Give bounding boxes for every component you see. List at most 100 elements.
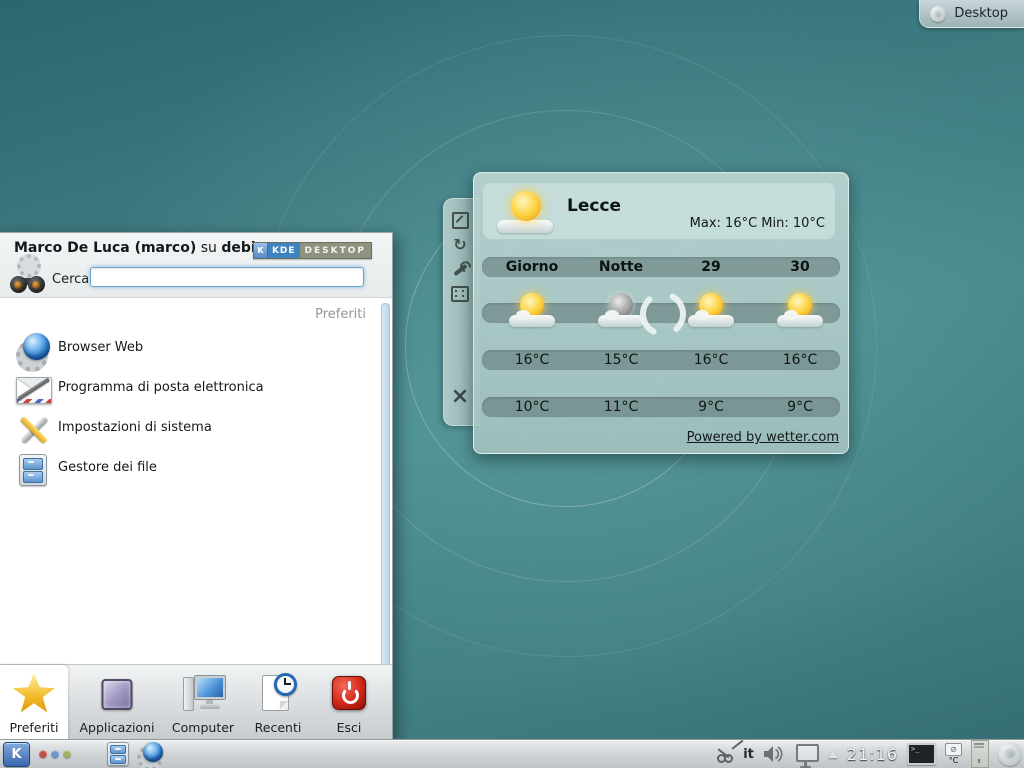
weather-max-min: Max: 16°C Min: 10°C	[690, 216, 825, 231]
computer-icon	[181, 673, 225, 713]
tab-label: Computer	[164, 720, 242, 735]
widget-settings-icon[interactable]	[451, 285, 469, 303]
rotate-icon[interactable]: ↻	[451, 236, 469, 254]
power-bar	[348, 681, 351, 690]
cashew-icon	[930, 6, 946, 22]
settings-glyph	[451, 286, 469, 302]
pager-dot[interactable]	[39, 750, 47, 758]
globe-gear-icon	[16, 332, 52, 368]
weather-day-temps-bar: 16°C 15°C 16°C 16°C	[482, 350, 840, 370]
menu-item-label: Impostazioni di sistema	[58, 420, 212, 435]
menu-item-system-settings[interactable]: Impostazioni di sistema	[0, 409, 380, 449]
night-temp: 11°C	[576, 397, 666, 417]
column-label: 29	[666, 257, 756, 277]
weather-tray-icon[interactable]: ⊘ °C	[945, 743, 962, 765]
scissor-ring	[724, 754, 733, 763]
monitor-shape	[194, 675, 226, 700]
diamond-icon	[102, 679, 133, 710]
night-temp: 9°C	[755, 397, 845, 417]
kickoff-tabs-bar: Preferiti Applicazioni Computer	[0, 664, 392, 741]
kde-desktop-badge: K KDE DESKTOP	[253, 242, 372, 259]
panel-cashew-icon[interactable]	[998, 742, 1022, 766]
digital-clock[interactable]: 21:16	[847, 745, 898, 764]
power-icon	[332, 676, 366, 710]
kde-logo-icon: K	[254, 243, 268, 258]
klipper-scissors-icon[interactable]	[716, 746, 734, 763]
toolbox-label: Desktop	[954, 6, 1008, 21]
monitor-base	[200, 704, 220, 709]
tray-expander-icon[interactable]	[828, 751, 838, 758]
terminal-tray-icon[interactable]: >_	[907, 743, 936, 765]
file-manager-launcher-icon[interactable]	[107, 742, 129, 766]
panel-left-group: K	[0, 740, 162, 768]
clock-shape	[274, 673, 297, 696]
kickoff-title: Marco De Luca (marco) su debian	[14, 240, 275, 256]
column-label: Notte	[576, 257, 666, 277]
pager-widget[interactable]	[39, 750, 71, 758]
weather-header: Lecce Max: 16°C Min: 10°C	[483, 183, 835, 239]
star-icon	[12, 673, 56, 715]
cloud-shape	[688, 315, 734, 327]
weather-widget: Lecce Max: 16°C Min: 10°C Giorno Notte 2…	[473, 172, 849, 454]
tab-label: Preferiti	[0, 720, 68, 735]
network-monitor-icon[interactable]	[796, 744, 819, 762]
day-temp: 15°C	[576, 350, 666, 370]
day-temp: 16°C	[666, 350, 756, 370]
file-cabinet-icon	[19, 454, 47, 486]
rotate-glyph: ↻	[453, 237, 466, 253]
busy-spinner-icon	[634, 285, 692, 343]
scissor-blade	[732, 739, 744, 749]
airmail-edge	[17, 399, 51, 403]
drawer-shape	[23, 471, 43, 483]
tab-label: Recenti	[244, 720, 312, 735]
resize-icon[interactable]	[451, 211, 469, 229]
day-temp: 16°C	[755, 350, 845, 370]
user-name: Marco De Luca (marco)	[14, 240, 196, 256]
tab-computer[interactable]: Computer	[164, 665, 242, 741]
document-clock-icon	[257, 673, 299, 713]
binoculars-lens	[10, 276, 27, 293]
sun-shape	[511, 191, 541, 221]
narrow-panel-widget[interactable]	[971, 740, 989, 768]
volume-icon[interactable]	[763, 745, 787, 763]
mail-pen-icon	[16, 377, 52, 404]
menu-item-label: Gestore dei file	[58, 460, 157, 475]
search-label: Cerca:	[52, 272, 94, 287]
tab-recenti[interactable]: Recenti	[244, 665, 312, 741]
search-input[interactable]	[90, 267, 364, 287]
icon-wrap	[16, 372, 52, 408]
tab-preferiti[interactable]: Preferiti	[0, 665, 68, 741]
kmenu-button[interactable]: K	[3, 742, 30, 767]
weather-columns-bar: Giorno Notte 29 30	[482, 257, 840, 277]
keyboard-layout-indicator[interactable]: it	[743, 747, 754, 762]
pager-dot[interactable]	[63, 750, 71, 758]
close-widget-icon[interactable]: ×	[451, 388, 469, 406]
pager-dot[interactable]	[51, 750, 59, 758]
favorites-section-label: Preferiti	[315, 307, 366, 322]
sun-cloud-icon	[687, 292, 735, 328]
wetter-credit-link[interactable]: Powered by wetter.com	[687, 430, 839, 445]
menu-item-label: Browser Web	[58, 340, 143, 355]
kickoff-launcher: Marco De Luca (marco) su debian K KDE DE…	[0, 232, 393, 742]
configure-icon[interactable]	[451, 261, 469, 279]
sun-cloud-icon	[497, 191, 555, 235]
desktop: Desktop ↻ × Lecce Max: 16°C Min: 10°C Gi…	[0, 0, 1024, 768]
desktop-toolbox-button[interactable]: Desktop	[919, 0, 1024, 28]
column-label: 30	[755, 257, 845, 277]
tab-esci[interactable]: Esci	[316, 665, 382, 741]
forecast-cell	[487, 303, 577, 323]
system-tray: it 21:16 >_ ⊘ °C	[716, 740, 1024, 768]
menu-item-file-manager[interactable]: Gestore dei file	[0, 449, 380, 489]
kickoff-header: Marco De Luca (marco) su debian K KDE DE…	[0, 233, 392, 298]
menu-item-email[interactable]: Programma di posta elettronica	[0, 369, 380, 409]
menu-item-label: Programma di posta elettronica	[58, 380, 264, 395]
menu-item-browser-web[interactable]: Browser Web	[0, 329, 380, 369]
icon-wrap	[16, 452, 52, 488]
cloud-shape	[497, 220, 553, 233]
forecast-cell	[755, 303, 845, 323]
page-fold	[280, 701, 288, 709]
browser-launcher-icon[interactable]	[138, 742, 162, 766]
tab-applicazioni[interactable]: Applicazioni	[72, 665, 162, 741]
drawer-shape	[110, 745, 126, 754]
day-temp: 16°C	[487, 350, 577, 370]
